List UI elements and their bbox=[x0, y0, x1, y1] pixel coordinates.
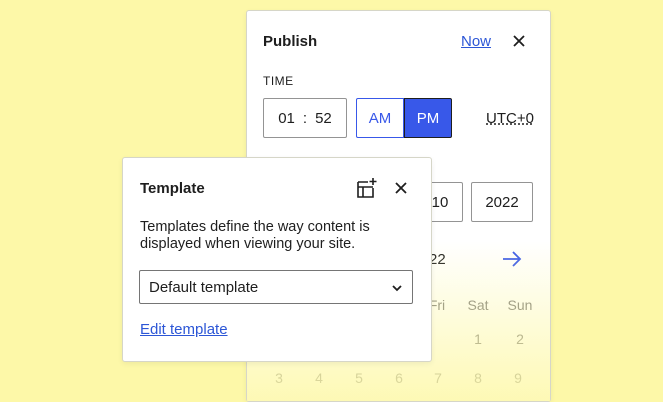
year-input[interactable]: 2022 bbox=[471, 182, 533, 222]
timezone-label[interactable]: UTC+0 bbox=[486, 110, 534, 127]
add-template-icon[interactable] bbox=[355, 176, 379, 205]
day-4[interactable]: 4 bbox=[305, 370, 333, 386]
time-input[interactable]: 01 : 52 bbox=[263, 98, 347, 138]
close-icon[interactable] bbox=[509, 31, 529, 51]
day-5[interactable]: 5 bbox=[345, 370, 373, 386]
day-7[interactable]: 7 bbox=[424, 370, 452, 386]
template-panel: Template Templates define the way conten… bbox=[122, 157, 432, 362]
chevron-down-icon bbox=[390, 281, 404, 300]
template-description: Templates define the way content is disp… bbox=[140, 219, 370, 252]
hour-value[interactable]: 01 bbox=[278, 110, 295, 127]
now-link[interactable]: Now bbox=[461, 33, 491, 50]
am-button[interactable]: AM bbox=[356, 98, 404, 138]
time-separator: : bbox=[302, 109, 308, 127]
day-6[interactable]: 6 bbox=[385, 370, 413, 386]
day-8[interactable]: 8 bbox=[464, 370, 492, 386]
pm-button[interactable]: PM bbox=[404, 98, 452, 138]
day-1[interactable]: 1 bbox=[464, 331, 492, 347]
template-close-icon[interactable] bbox=[391, 178, 411, 198]
publish-title: Publish bbox=[263, 33, 318, 50]
template-title: Template bbox=[140, 180, 205, 197]
minute-value[interactable]: 52 bbox=[315, 110, 332, 127]
template-select-value: Default template bbox=[149, 278, 259, 296]
edit-template-link[interactable]: Edit template bbox=[140, 321, 228, 338]
day-9[interactable]: 9 bbox=[504, 370, 532, 386]
template-select[interactable]: Default template bbox=[139, 270, 413, 304]
arrow-right-icon[interactable] bbox=[501, 249, 523, 274]
day-3[interactable]: 3 bbox=[265, 370, 293, 386]
time-heading: TIME bbox=[263, 74, 294, 88]
weekday-sat: Sat bbox=[467, 297, 489, 313]
weekday-sun: Sun bbox=[507, 297, 533, 313]
day-2[interactable]: 2 bbox=[506, 331, 534, 347]
